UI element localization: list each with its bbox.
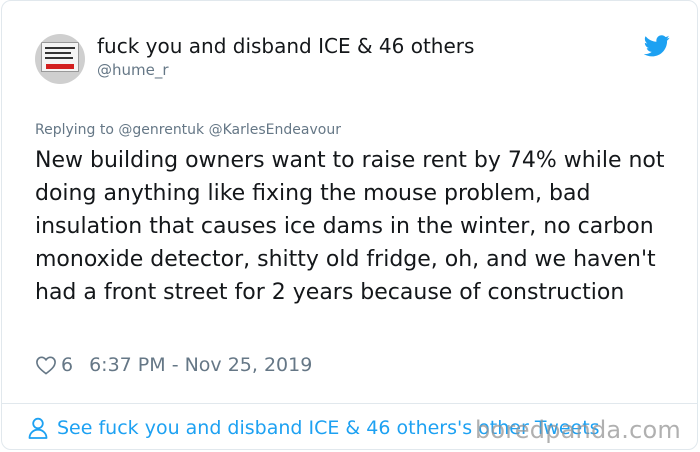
- twitter-bird-icon[interactable]: [644, 35, 670, 57]
- display-name[interactable]: fuck you and disband ICE & 46 others: [97, 33, 474, 59]
- like-count[interactable]: 6: [61, 354, 73, 376]
- tweet-timestamp[interactable]: 6:37 PM - Nov 25, 2019: [89, 354, 312, 376]
- avatar[interactable]: [35, 34, 85, 84]
- tweet-card: fuck you and disband ICE & 46 others @hu…: [1, 0, 698, 450]
- tweet-text: New building owners want to raise rent b…: [35, 148, 665, 305]
- heart-icon[interactable]: [35, 355, 57, 375]
- divider: [2, 403, 697, 404]
- tweet-meta: 6 6:37 PM - Nov 25, 2019: [35, 352, 312, 378]
- boredpanda-watermark: boredpanda.com: [474, 416, 681, 444]
- user-icon: [28, 417, 48, 439]
- user-handle[interactable]: @hume_r: [97, 60, 169, 80]
- replying-to: Replying to @genrentuk @KarlesEndeavour: [35, 122, 341, 138]
- avatar-sign-graphic: [41, 42, 79, 72]
